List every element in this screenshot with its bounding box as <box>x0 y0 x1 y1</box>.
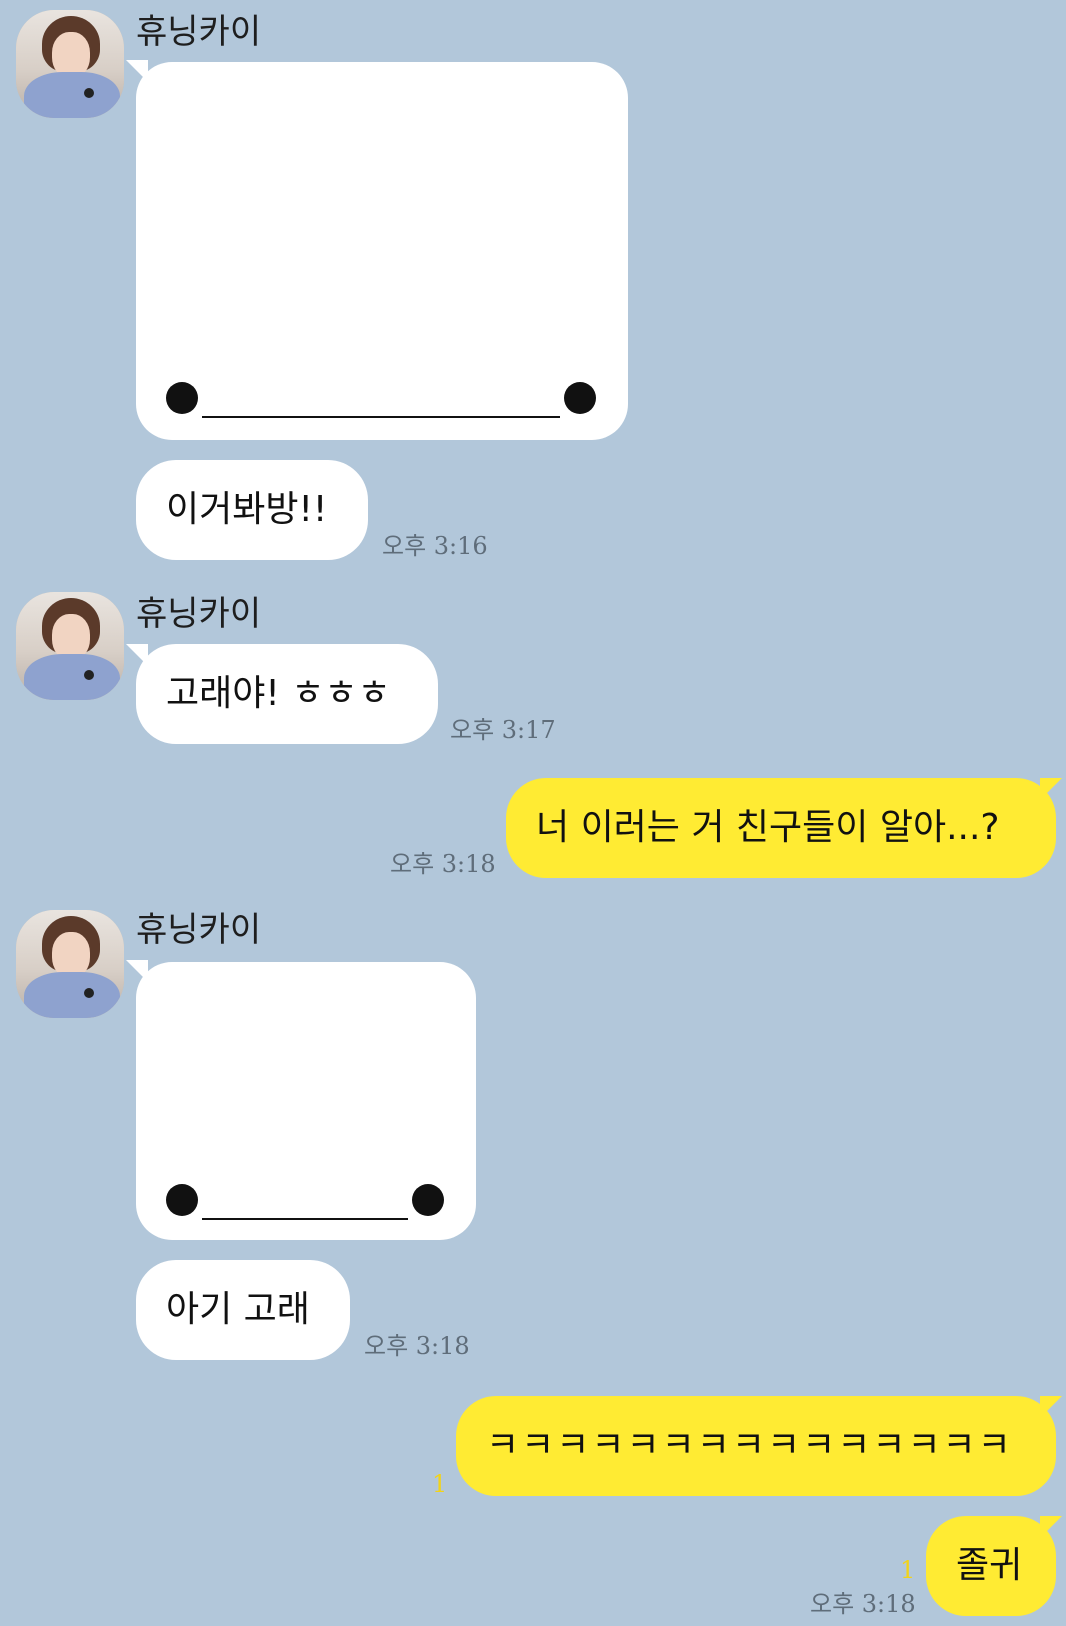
whale-mouth <box>202 1218 408 1220</box>
message-text: 이거봐방!! <box>166 489 328 530</box>
timestamp: 오후 3:18 <box>810 1590 916 1618</box>
message-bubble[interactable]: 이거봐방!! <box>136 460 368 560</box>
timestamp: 오후 3:16 <box>382 532 488 560</box>
timestamp: 오후 3:18 <box>364 1332 470 1360</box>
message-text: 너 이러는 거 친구들이 알아...? <box>536 807 1000 848</box>
whale-eye-right <box>412 1184 444 1216</box>
unread-count: 1 <box>432 1470 448 1498</box>
whale-mouth <box>202 416 560 418</box>
whale-eye-right <box>564 382 596 414</box>
avatar[interactable] <box>16 592 124 700</box>
whale-eye-left <box>166 1184 198 1216</box>
image-message[interactable] <box>136 962 476 1240</box>
sender-name: 휴닝카이 <box>136 910 262 950</box>
timestamp: 오후 3:17 <box>450 716 556 744</box>
message-bubble[interactable]: 아기 고래 <box>136 1260 350 1360</box>
unread-count: 1 <box>900 1556 916 1584</box>
message-text: 졸귀 <box>956 1545 1023 1586</box>
message-text: 아기 고래 <box>166 1289 310 1330</box>
sender-name: 휴닝카이 <box>136 594 262 634</box>
message-text: ㅋㅋㅋㅋㅋㅋㅋㅋㅋㅋㅋㅋㅋㅋㅋ <box>486 1425 1013 1466</box>
image-message[interactable] <box>136 62 628 440</box>
my-message-bubble[interactable]: 너 이러는 거 친구들이 알아...? <box>506 778 1056 878</box>
bubble-tail <box>1040 778 1062 800</box>
whale-eye-left <box>166 382 198 414</box>
bubble-tail <box>1040 1516 1062 1538</box>
message-text: 고래야! ㅎㅎㅎ <box>166 673 391 714</box>
message-bubble[interactable]: 고래야! ㅎㅎㅎ <box>136 644 438 744</box>
avatar[interactable] <box>16 10 124 118</box>
timestamp: 오후 3:18 <box>390 850 496 878</box>
sender-name: 휴닝카이 <box>136 12 262 52</box>
bubble-tail <box>1040 1396 1062 1418</box>
my-message-bubble[interactable]: ㅋㅋㅋㅋㅋㅋㅋㅋㅋㅋㅋㅋㅋㅋㅋ <box>456 1396 1056 1496</box>
my-message-bubble[interactable]: 졸귀 <box>926 1516 1056 1616</box>
avatar[interactable] <box>16 910 124 1018</box>
